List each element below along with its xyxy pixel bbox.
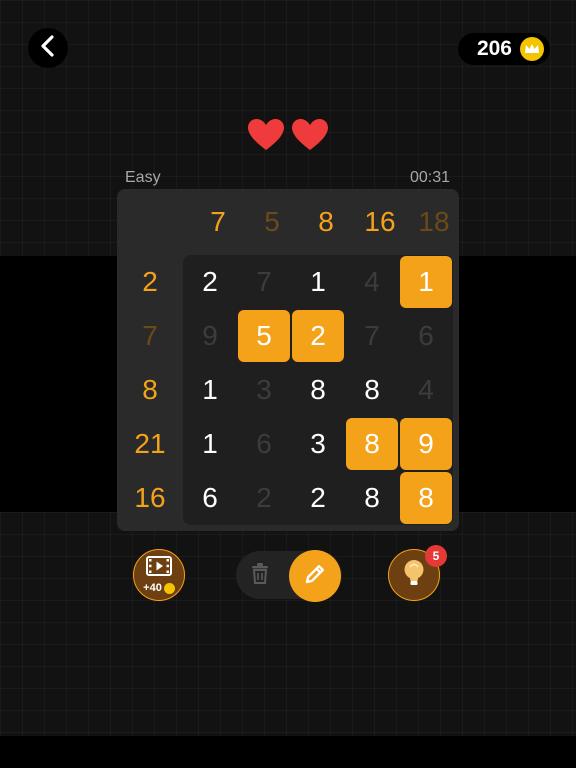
video-play-icon — [146, 556, 172, 581]
heart-icon — [291, 118, 329, 154]
bottom-background — [0, 512, 576, 736]
grid-cell[interactable]: 8 — [345, 471, 399, 525]
back-button[interactable] — [28, 28, 68, 68]
row-sum: 16 — [134, 482, 166, 513]
pencil-mode-button[interactable] — [289, 550, 341, 602]
row-sum: 21 — [134, 428, 166, 459]
coin-count: 206 — [476, 37, 512, 60]
grid-cell[interactable]: 3 — [237, 363, 291, 417]
column-sum: 18 — [418, 206, 450, 237]
hint-count-badge: 5 — [425, 545, 447, 567]
column-sum: 7 — [210, 206, 226, 237]
lightbulb-icon — [401, 558, 427, 593]
crown-coin-icon — [520, 37, 544, 61]
grid-cell[interactable]: 4 — [345, 255, 399, 309]
coin-icon — [163, 582, 175, 594]
grid-cell[interactable]: 6 — [183, 471, 237, 525]
grid-cell[interactable]: 4 — [399, 363, 453, 417]
grid-cell[interactable]: 8 — [400, 472, 452, 524]
watch-ad-button[interactable]: +40 — [133, 549, 185, 601]
difficulty-label: Easy — [125, 169, 161, 186]
mode-toggle[interactable] — [236, 550, 342, 602]
row-sum: 8 — [142, 374, 158, 405]
ad-reward-amount: +40 — [143, 582, 162, 594]
column-sum: 16 — [364, 206, 396, 237]
grid-cell[interactable]: 2 — [237, 471, 291, 525]
row-sum: 7 — [142, 320, 158, 351]
grid-cell[interactable]: 1 — [400, 256, 452, 308]
lives-indicator — [247, 118, 329, 154]
timer: 00:31 — [409, 169, 450, 186]
grid-cell[interactable]: 2 — [183, 255, 237, 309]
chevron-left-icon — [40, 34, 56, 62]
ad-reward: +40 — [143, 582, 175, 594]
grid-cell[interactable]: 8 — [346, 418, 398, 470]
grid-cell[interactable]: 2 — [292, 310, 344, 362]
column-sum: 8 — [318, 206, 334, 237]
puzzle-board: 2714195276138841638962288 7 5 8 16 18 2 7 8 21 16 — [117, 189, 459, 531]
grid-cell[interactable]: 1 — [183, 363, 237, 417]
grid-cell[interactable]: 9 — [183, 309, 237, 363]
grid-cell[interactable]: 5 — [238, 310, 290, 362]
grid-cell[interactable]: 1 — [291, 255, 345, 309]
coin-counter[interactable]: 206 — [458, 33, 550, 65]
grid-cell[interactable]: 8 — [291, 363, 345, 417]
column-sum: 5 — [264, 206, 280, 237]
grid-cell[interactable]: 2 — [291, 471, 345, 525]
grid-cell[interactable]: 9 — [400, 418, 452, 470]
number-grid: 2714195276138841638962288 — [183, 255, 453, 525]
pencil-icon — [303, 562, 327, 591]
grid-cell[interactable]: 7 — [237, 255, 291, 309]
grid-cell[interactable]: 8 — [345, 363, 399, 417]
grid-cell[interactable]: 7 — [345, 309, 399, 363]
heart-icon — [247, 118, 285, 154]
grid-cell[interactable]: 6 — [237, 417, 291, 471]
row-sum: 2 — [142, 266, 158, 297]
grid-cell[interactable]: 6 — [399, 309, 453, 363]
grid-cell[interactable]: 1 — [183, 417, 237, 471]
grid-cell[interactable]: 3 — [291, 417, 345, 471]
trash-icon — [250, 562, 270, 589]
erase-mode-button[interactable] — [248, 562, 272, 589]
